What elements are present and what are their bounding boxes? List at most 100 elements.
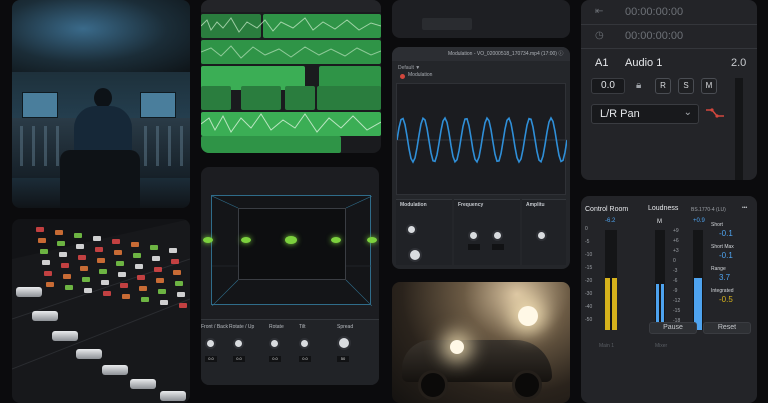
spread-value[interactable]: 50 — [337, 356, 349, 362]
rotate-knob[interactable] — [269, 338, 280, 349]
scale-tick: -50 — [585, 317, 593, 323]
record-dot-icon[interactable] — [400, 74, 405, 79]
modulation-scope — [396, 83, 568, 195]
plugin-titlebar: Modulation - VO_02000518_170734.mp4 (17:… — [392, 47, 570, 61]
console-button — [74, 233, 82, 238]
pan-mode-dropdown[interactable]: L/R Pan ⌄ — [591, 104, 699, 124]
loudness-label: Loudness — [648, 205, 679, 212]
loudness-tick: +9 — [673, 228, 679, 234]
console-button — [160, 300, 168, 305]
console-button — [44, 271, 52, 276]
console-button — [42, 260, 50, 265]
source-marker[interactable] — [241, 237, 251, 243]
mixing-console-photo — [12, 219, 190, 403]
audio-track-inspector[interactable]: ⇤ 00:00:00:00 ◷ 00:00:00:00 A1 Audio 1 2… — [581, 0, 757, 180]
console-button — [76, 244, 84, 249]
loudness-standard[interactable]: BS.1770-4 (LU) — [691, 207, 726, 213]
scale-tick: -30 — [585, 291, 593, 297]
console-button — [82, 277, 90, 282]
rotate-value[interactable]: 0.0 — [269, 356, 281, 362]
modulation-plugin-window[interactable]: Modulation - VO_02000518_170734.mp4 (17:… — [392, 47, 570, 269]
mute-button[interactable]: M — [701, 78, 717, 94]
studio-photo — [12, 0, 190, 208]
front-back-value[interactable]: 0.0 — [205, 356, 217, 362]
tilt-knob[interactable] — [299, 338, 310, 349]
audio-timeline[interactable] — [201, 0, 381, 153]
source-marker[interactable] — [285, 236, 297, 244]
source-marker[interactable] — [367, 237, 377, 243]
console-button — [175, 281, 183, 286]
loudness-tick: -15 — [673, 308, 681, 314]
limit-value[interactable] — [468, 244, 480, 250]
preset-dropdown[interactable]: Default ▼ — [398, 65, 420, 71]
control-room-label: Control Room — [585, 206, 629, 213]
depth-knob[interactable] — [408, 248, 422, 262]
loudness-meter-label: M — [657, 219, 662, 225]
timecode-out[interactable]: 00:00:00:00 — [625, 30, 683, 42]
panner-room[interactable] — [211, 195, 372, 306]
tilt-value[interactable]: 0.0 — [299, 356, 311, 362]
source-marker[interactable] — [331, 237, 341, 243]
source-marker[interactable] — [203, 237, 213, 243]
more-options-icon[interactable]: ••• — [742, 205, 747, 211]
control-room-panel[interactable]: Control Room Loudness BS.1770-4 (LU) •••… — [581, 196, 757, 403]
footer-main[interactable]: Main 1 — [599, 343, 614, 349]
console-button — [99, 269, 107, 274]
pause-button[interactable]: Pause — [649, 322, 697, 334]
console-button — [78, 255, 86, 260]
record-arm-button[interactable]: R — [655, 78, 671, 94]
waveform-overlay — [201, 17, 381, 133]
reset-button[interactable]: Reset — [703, 322, 751, 334]
front-back-knob[interactable] — [205, 338, 216, 349]
rotate-up-value[interactable]: 0.0 — [233, 356, 245, 362]
loudness-peak: +0.9 — [693, 218, 705, 224]
fader-knob — [130, 379, 156, 389]
loudness-tick: -3 — [673, 268, 678, 274]
phase-value[interactable] — [492, 244, 504, 250]
console-button — [171, 259, 179, 264]
console-button — [116, 261, 124, 266]
console-button — [122, 294, 130, 299]
modulation-section: Modulation — [396, 199, 452, 265]
scale-tick: -10 — [585, 252, 593, 258]
channel-format: 2.0 — [731, 57, 747, 69]
track-level-meter — [735, 78, 743, 180]
console-button — [152, 256, 160, 261]
studio-chair — [60, 150, 140, 208]
rotate-up-knob[interactable] — [233, 338, 244, 349]
console-button — [46, 282, 54, 287]
console-button — [118, 272, 126, 277]
track-name[interactable]: Audio 1 — [625, 57, 662, 69]
control-room-meter — [605, 230, 617, 330]
amplitude-knob[interactable] — [536, 230, 547, 241]
solo-button[interactable]: S — [678, 78, 694, 94]
spread-knob[interactable] — [337, 336, 351, 350]
console-button — [93, 236, 101, 241]
console-button — [103, 291, 111, 296]
console-button — [65, 285, 73, 290]
timecode-in[interactable]: 00:00:00:00 — [625, 6, 683, 18]
fader-knob — [52, 331, 78, 341]
console-button — [36, 227, 44, 232]
fader-knob — [160, 391, 186, 401]
top-panel — [392, 0, 570, 38]
console-button — [156, 278, 164, 283]
spatial-panner[interactable]: Front / Back Rotate / Up Rotate Tilt Spr… — [201, 167, 379, 385]
footer-mixer[interactable]: Mixer — [655, 343, 667, 349]
console-button — [120, 283, 128, 288]
console-button — [40, 249, 48, 254]
phase-knob[interactable] — [492, 230, 503, 241]
loudness-tick: -6 — [673, 278, 678, 284]
console-button — [154, 267, 162, 272]
amplitude-section: Amplitu — [522, 199, 566, 265]
gain-field[interactable]: 0.0 — [591, 78, 625, 94]
automation-curve-icon[interactable] — [705, 106, 725, 120]
lock-icon[interactable]: 🔒︎ — [636, 80, 641, 91]
loudness-tick: 0 — [673, 258, 676, 264]
console-button — [59, 252, 67, 257]
shape-knob[interactable] — [406, 224, 417, 235]
frequency-section: Frequency — [454, 199, 520, 265]
console-button — [139, 286, 147, 291]
console-button — [179, 303, 187, 308]
limit-knob[interactable] — [468, 230, 479, 241]
